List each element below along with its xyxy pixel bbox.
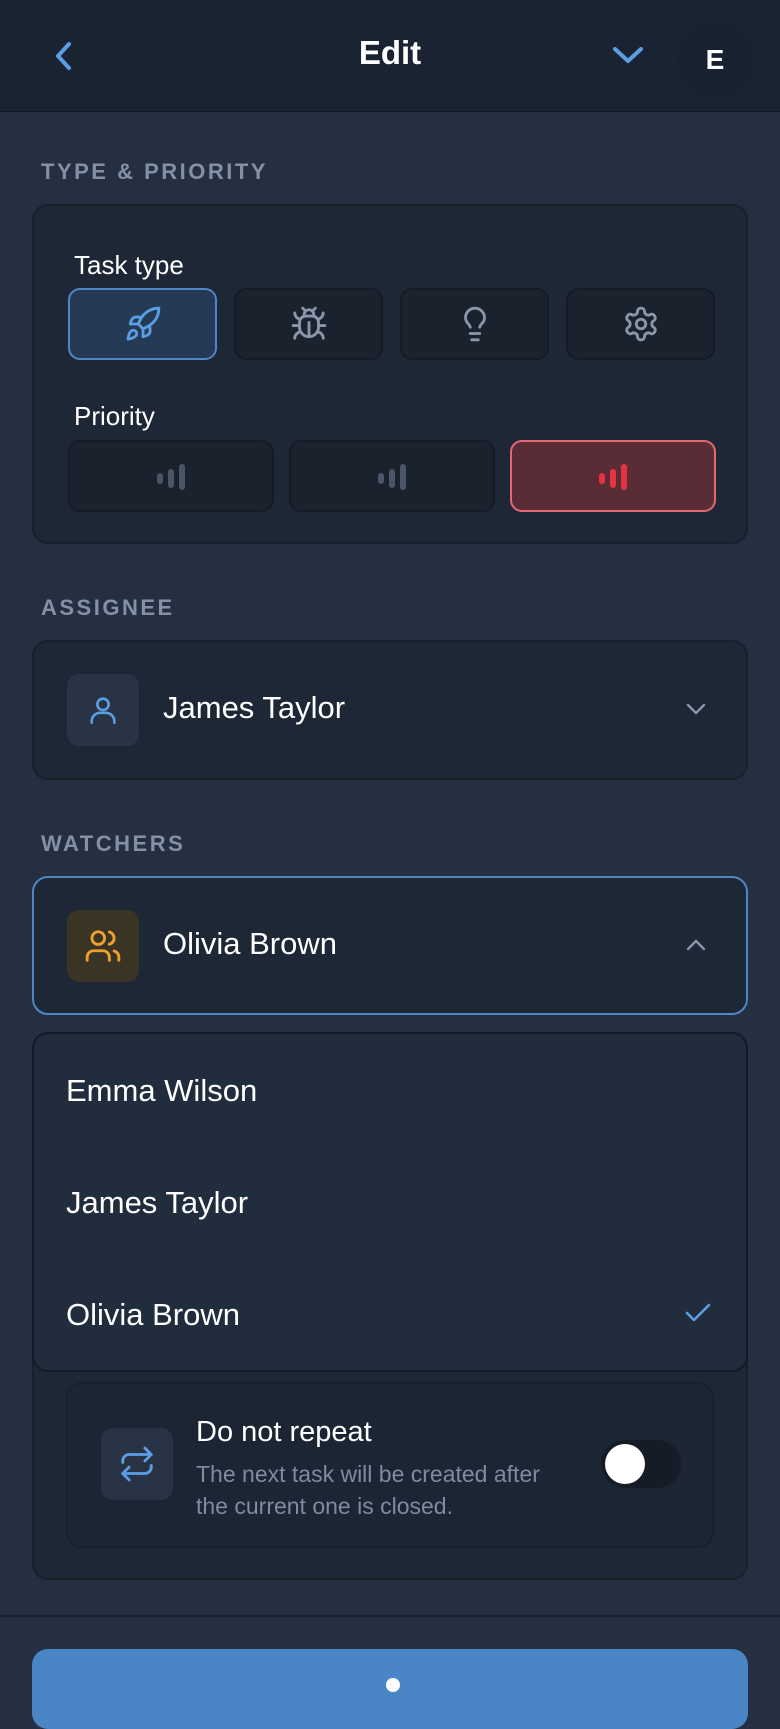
priority-medium-button[interactable] bbox=[289, 440, 495, 512]
section-label-watchers: WATCHERS bbox=[41, 831, 186, 856]
lightbulb-icon bbox=[463, 306, 486, 342]
collapse-button[interactable] bbox=[610, 40, 646, 70]
task-type-settings-button[interactable] bbox=[566, 288, 715, 360]
repeat-icon-tile bbox=[101, 1428, 173, 1500]
priority-label: Priority bbox=[74, 401, 155, 431]
task-type-feature-button[interactable] bbox=[68, 288, 217, 360]
task-type-idea-button[interactable] bbox=[400, 288, 549, 360]
avatar[interactable]: E bbox=[677, 22, 753, 98]
footer-divider bbox=[0, 1615, 780, 1617]
assignee-value: James Taylor bbox=[163, 690, 346, 725]
repeat-toggle[interactable] bbox=[601, 1440, 681, 1488]
chevron-up-icon bbox=[686, 939, 706, 951]
user-icon bbox=[90, 697, 116, 725]
rocket-icon bbox=[126, 306, 160, 341]
repeat-description: The next task will be created after the … bbox=[196, 1461, 540, 1519]
check-icon bbox=[685, 1303, 711, 1322]
save-button[interactable] bbox=[32, 1649, 748, 1729]
priority-low-button[interactable] bbox=[68, 440, 274, 512]
save-button-icon bbox=[386, 1678, 400, 1692]
type-priority-card: Task type Priority bbox=[32, 204, 748, 544]
repeat-icon bbox=[121, 1446, 153, 1482]
toggle-knob bbox=[605, 1444, 645, 1484]
top-bar: Edit E bbox=[0, 0, 780, 112]
task-type-bug-button[interactable] bbox=[234, 288, 383, 360]
task-type-label: Task type bbox=[74, 250, 184, 280]
watchers-icon-tile bbox=[67, 910, 139, 982]
gear-icon bbox=[624, 306, 657, 342]
dropdown-option-james-taylor[interactable]: James Taylor bbox=[66, 1185, 248, 1221]
assignee-select[interactable]: James Taylor bbox=[32, 640, 748, 780]
watchers-value: Olivia Brown bbox=[163, 926, 337, 961]
section-label-type-priority: TYPE & PRIORITY bbox=[41, 159, 268, 184]
assignee-icon-tile bbox=[67, 674, 139, 746]
chevron-down-icon bbox=[686, 703, 706, 715]
watchers-select[interactable]: Olivia Brown bbox=[32, 876, 748, 1015]
chevron-down-icon bbox=[613, 47, 643, 63]
users-icon bbox=[85, 930, 121, 962]
signal-bars-icon bbox=[378, 464, 406, 490]
dropdown-option-emma-wilson[interactable]: Emma Wilson bbox=[66, 1073, 257, 1109]
signal-bars-icon bbox=[157, 464, 185, 490]
page-title: Edit bbox=[358, 34, 422, 71]
bug-icon bbox=[291, 306, 326, 340]
repeat-title: Do not repeat bbox=[196, 1416, 372, 1448]
dropdown-option-olivia-brown[interactable]: Olivia Brown bbox=[66, 1297, 240, 1333]
section-label-assignee: ASSIGNEE bbox=[41, 595, 175, 620]
priority-high-button[interactable] bbox=[510, 440, 716, 512]
signal-bars-icon bbox=[599, 464, 627, 490]
